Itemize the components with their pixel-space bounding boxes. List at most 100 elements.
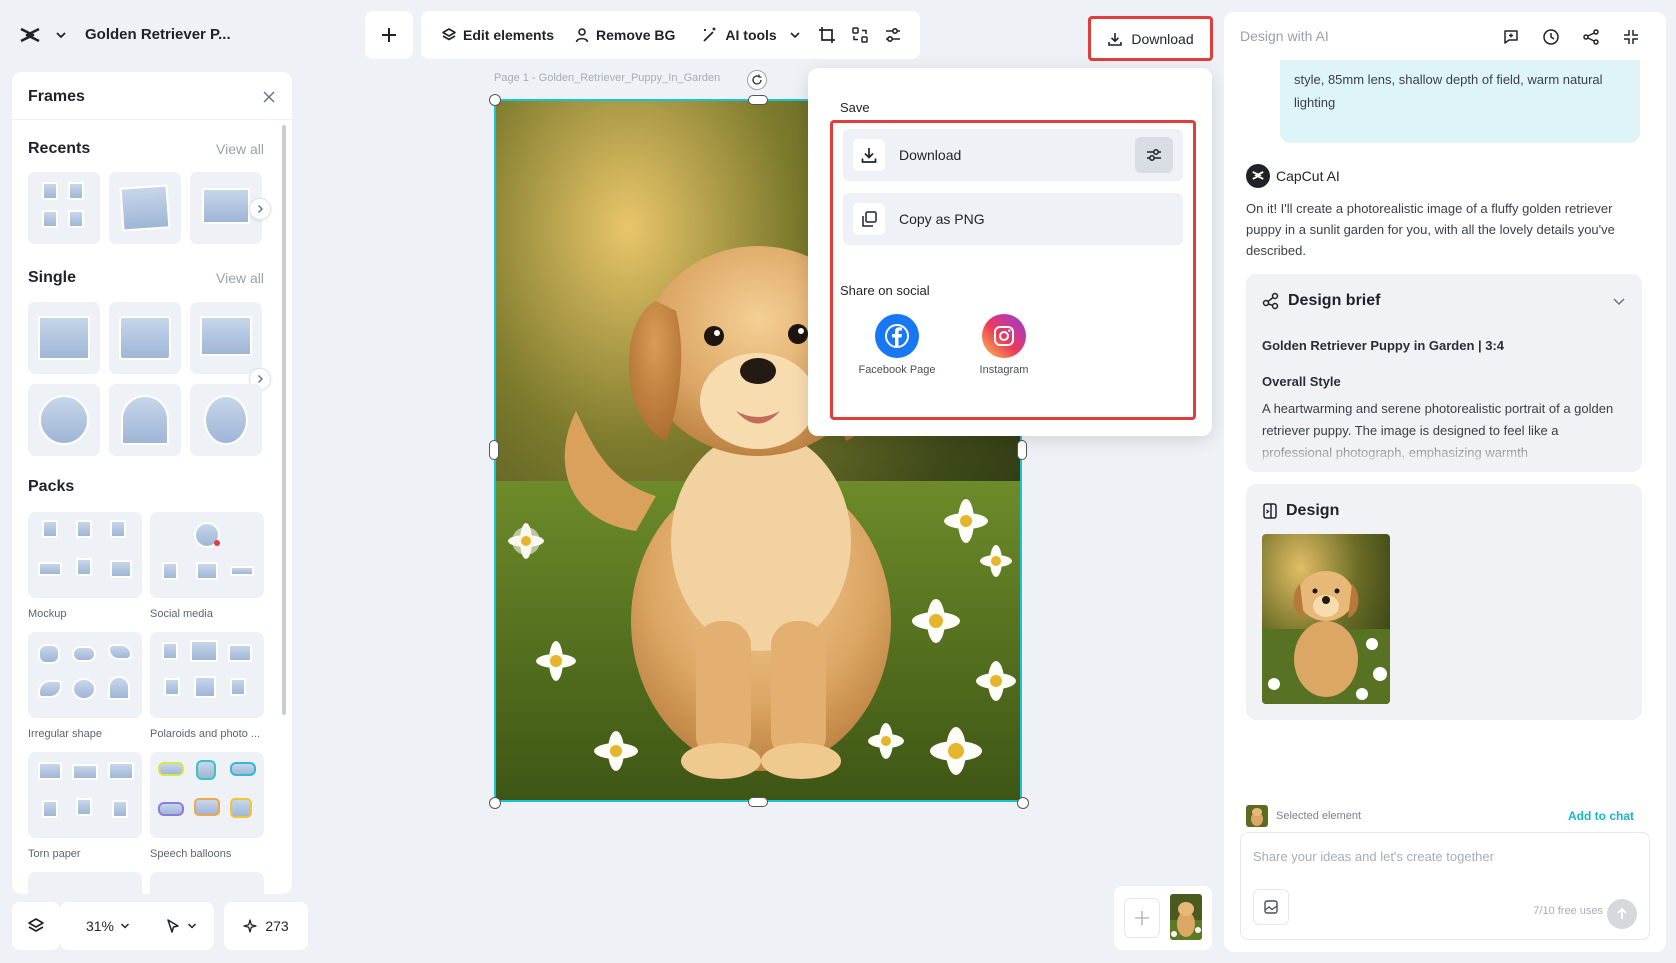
design-brief-card[interactable]: Design brief Golden Retriever Puppy in G… — [1246, 274, 1642, 472]
download-popup: Save Download Copy as PNG Share on socia… — [808, 68, 1212, 436]
pack-label: Torn paper — [28, 848, 81, 860]
layers-button[interactable] — [12, 902, 60, 950]
pack-polaroids[interactable] — [150, 632, 264, 718]
zoom-dropdown[interactable]: 31% — [68, 902, 148, 950]
chat-input[interactable]: Share your ideas and let's create togeth… — [1253, 849, 1494, 864]
layers-icon — [28, 918, 44, 932]
pack-speech-balloons[interactable] — [150, 752, 264, 838]
facebook-share-button[interactable]: Facebook Page — [852, 314, 942, 376]
chevron-down-icon[interactable] — [1612, 294, 1626, 308]
pack-label: Mockup — [28, 608, 67, 620]
selected-element-thumbnail — [1246, 805, 1268, 827]
ai-message: On it! I'll create a photorealistic imag… — [1246, 201, 1615, 258]
pack-torn-paper[interactable] — [28, 752, 142, 838]
history-icon[interactable] — [1540, 26, 1562, 48]
collapse-icon[interactable] — [1620, 26, 1642, 48]
remove-bg-button[interactable]: Remove BG — [566, 17, 683, 53]
ai-design-panel: Design with AI style, 85mm lens, shallow… — [1224, 12, 1666, 952]
copy-icon — [853, 203, 885, 235]
recent-frame-1[interactable] — [28, 172, 100, 244]
pack-social-media[interactable] — [150, 512, 264, 598]
resize-handle-right[interactable] — [1017, 440, 1027, 460]
design-result-card: Design — [1246, 484, 1642, 720]
sparkle-icon — [243, 919, 257, 933]
single-frame-circle[interactable] — [28, 384, 100, 456]
capcut-ai-avatar-icon — [1246, 164, 1270, 188]
ai-name: CapCut AI — [1276, 168, 1340, 184]
remove-bg-label: Remove BG — [596, 27, 676, 43]
single-frame-oval[interactable] — [190, 384, 262, 456]
single-frame-2[interactable] — [109, 302, 181, 374]
pack-mockup[interactable] — [28, 512, 142, 598]
resize-handle-bottom[interactable] — [748, 797, 768, 807]
single-view-all[interactable]: View all — [216, 270, 264, 286]
resize-handle-top[interactable] — [748, 95, 768, 105]
image-upload-button[interactable] — [1253, 889, 1289, 925]
resize-handle-br[interactable] — [1017, 797, 1029, 809]
design-brief-heading: Design brief — [1262, 292, 1380, 310]
zoom-value: 31% — [85, 918, 115, 934]
download-label: Download — [1131, 30, 1194, 47]
crop-button[interactable] — [813, 17, 842, 53]
single-frame-1[interactable] — [28, 302, 100, 374]
instagram-label: Instagram — [979, 364, 1029, 376]
ai-tools-button[interactable]: AI tools — [693, 17, 808, 53]
arrange-icon — [852, 27, 869, 43]
chevron-down-icon — [790, 32, 800, 39]
arrange-button[interactable] — [846, 17, 875, 53]
generated-design-thumbnail[interactable] — [1262, 534, 1390, 704]
rotate-handle-icon[interactable] — [747, 70, 767, 90]
arrow-up-icon — [1617, 907, 1627, 919]
sliders-icon — [1147, 149, 1161, 161]
credits-button[interactable]: 273 — [224, 902, 308, 950]
pointer-tool-dropdown[interactable] — [148, 902, 214, 950]
share-icon[interactable] — [1580, 26, 1602, 48]
plus-icon — [1135, 911, 1149, 925]
add-page-button[interactable] — [1124, 898, 1160, 938]
add-button[interactable] — [365, 11, 413, 59]
project-title[interactable]: Golden Retriever P... — [85, 26, 231, 43]
single-frame-3[interactable] — [190, 302, 262, 374]
layers-icon — [442, 28, 456, 41]
single-frame-arch[interactable] — [109, 384, 181, 456]
new-chat-icon[interactable] — [1500, 26, 1522, 48]
download-settings-button[interactable] — [1135, 137, 1173, 173]
edit-elements-button[interactable]: Edit elements — [433, 17, 562, 53]
design-heading: Design — [1262, 502, 1339, 520]
pack-more-2[interactable] — [150, 872, 264, 894]
recents-heading: Recents — [28, 140, 91, 157]
facebook-icon — [875, 314, 919, 358]
save-section-label: Save — [840, 100, 870, 115]
resize-handle-bl[interactable] — [489, 797, 501, 809]
recent-frame-2[interactable] — [109, 172, 181, 244]
brief-nodes-icon — [1262, 292, 1279, 310]
copy-as-png-option[interactable]: Copy as PNG — [843, 193, 1183, 245]
adjust-button[interactable] — [879, 17, 908, 53]
pack-label: Speech balloons — [150, 848, 232, 860]
brief-fade-overlay — [1246, 436, 1642, 472]
pack-irregular-shape[interactable] — [28, 632, 142, 718]
facebook-label: Facebook Page — [858, 364, 936, 376]
send-button[interactable] — [1607, 899, 1637, 929]
page-1-thumbnail[interactable] — [1170, 894, 1202, 940]
add-to-chat-link[interactable]: Add to chat — [1568, 809, 1634, 823]
copy-as-png-label: Copy as PNG — [899, 211, 985, 227]
chevron-down-icon[interactable] — [54, 28, 68, 42]
download-button[interactable]: Download — [1088, 16, 1213, 61]
capcut-logo-icon[interactable] — [18, 24, 42, 48]
cursor-icon — [167, 919, 179, 933]
recents-view-all[interactable]: View all — [216, 141, 264, 157]
image-add-icon — [1264, 900, 1278, 914]
instagram-icon — [982, 314, 1026, 358]
pack-more-1[interactable] — [28, 872, 142, 894]
instagram-share-button[interactable]: Instagram — [959, 314, 1049, 376]
close-icon[interactable] — [262, 90, 276, 104]
user-prompt-bubble: style, 85mm lens, shallow depth of field… — [1280, 60, 1640, 143]
resize-handle-tl[interactable] — [489, 94, 501, 106]
download-option[interactable]: Download — [843, 129, 1183, 181]
chevron-right-icon[interactable] — [249, 198, 271, 220]
top-toolbar: Edit elements Remove BG AI tools — [421, 11, 920, 59]
frames-scrollbar[interactable] — [282, 125, 286, 715]
resize-handle-left[interactable] — [489, 440, 499, 460]
frames-panel: Frames Recents View all Single View all … — [12, 72, 292, 894]
